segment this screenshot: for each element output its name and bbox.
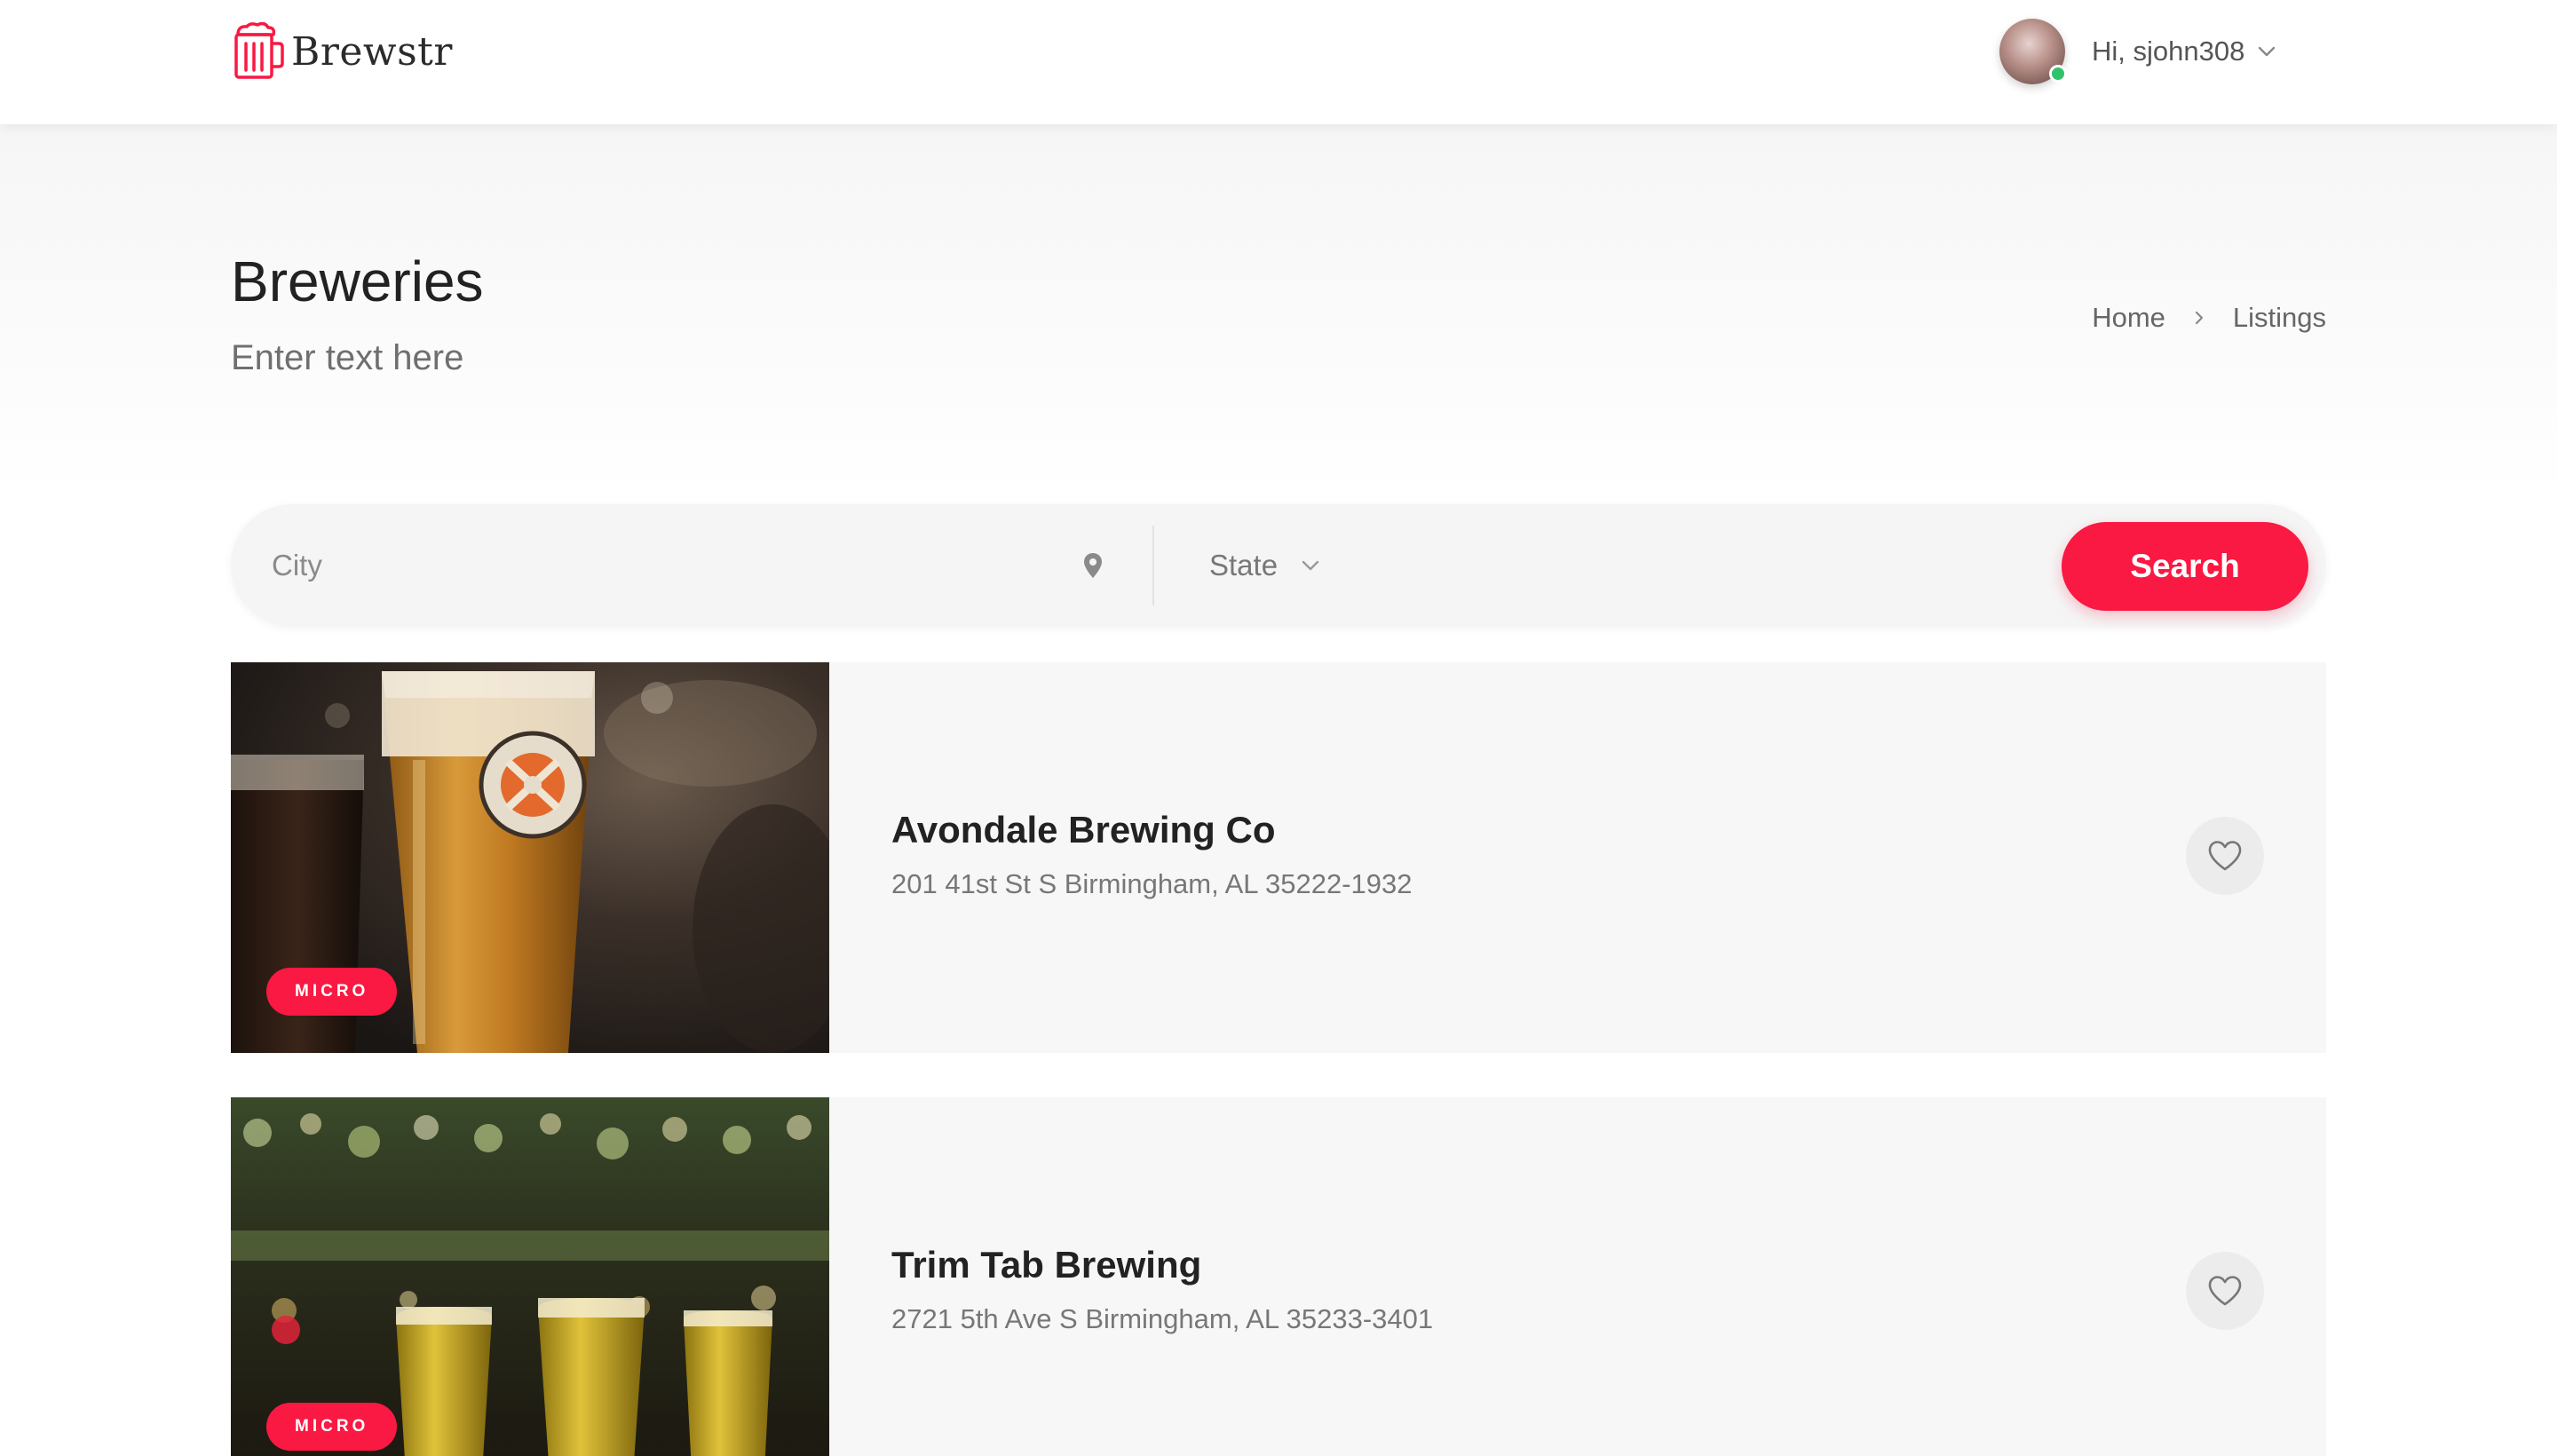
breadcrumb: Home Listings	[2092, 302, 2326, 334]
brand-logo[interactable]: Brewstr	[231, 21, 453, 82]
page-title-bar: Breweries Enter text here Home Listings	[0, 124, 2557, 497]
search-divider	[1152, 526, 1154, 605]
heart-outline-icon	[2208, 841, 2242, 871]
chevron-down-icon	[1302, 560, 1319, 571]
favorite-button[interactable]	[2186, 1252, 2264, 1330]
brewery-type-badge: MICRO	[266, 1403, 398, 1451]
chevron-right-icon	[2195, 311, 2203, 325]
chevron-down-icon[interactable]	[2257, 45, 2276, 58]
online-status-dot	[2049, 65, 2067, 83]
brand-name: Brewstr	[291, 28, 453, 75]
beer-mug-icon	[234, 22, 284, 79]
state-select-label: State	[1209, 549, 1278, 582]
listing-card[interactable]: MICRO Avondale Brewing Co 201 41st St S …	[231, 662, 2326, 1053]
listing-address: 2721 5th Ave S Birmingham, AL 35233-3401	[891, 1303, 1434, 1334]
top-navigation-bar: Brewstr Hi, sjohn308	[0, 0, 2557, 124]
heart-outline-icon	[2208, 1276, 2242, 1306]
page-title: Breweries	[231, 249, 484, 313]
breadcrumb-home[interactable]: Home	[2092, 302, 2165, 334]
listing-title[interactable]: Avondale Brewing Co	[891, 811, 1276, 849]
map-pin-icon	[1084, 553, 1102, 578]
listing-image[interactable]: MICRO	[231, 1097, 829, 1456]
breadcrumb-listings[interactable]: Listings	[2233, 302, 2326, 334]
page-subtitle: Enter text here	[231, 338, 464, 377]
search-bar: State Search	[231, 504, 2326, 627]
brewery-type-badge: MICRO	[266, 968, 398, 1016]
user-menu[interactable]: Hi, sjohn308	[1999, 18, 2276, 85]
listing-title[interactable]: Trim Tab Brewing	[891, 1246, 1201, 1284]
state-select[interactable]: State	[1209, 534, 1320, 597]
listing-image[interactable]: MICRO	[231, 662, 829, 1053]
favorite-button[interactable]	[2186, 817, 2264, 895]
listing-card[interactable]: MICRO Trim Tab Brewing 2721 5th Ave S Bi…	[231, 1097, 2326, 1456]
avatar[interactable]	[1999, 19, 2067, 84]
listing-address: 201 41st St S Birmingham, AL 35222-1932	[891, 868, 1413, 899]
city-input[interactable]	[272, 534, 1106, 597]
user-greeting: Hi, sjohn308	[2092, 36, 2245, 67]
search-button[interactable]: Search	[2062, 522, 2308, 611]
